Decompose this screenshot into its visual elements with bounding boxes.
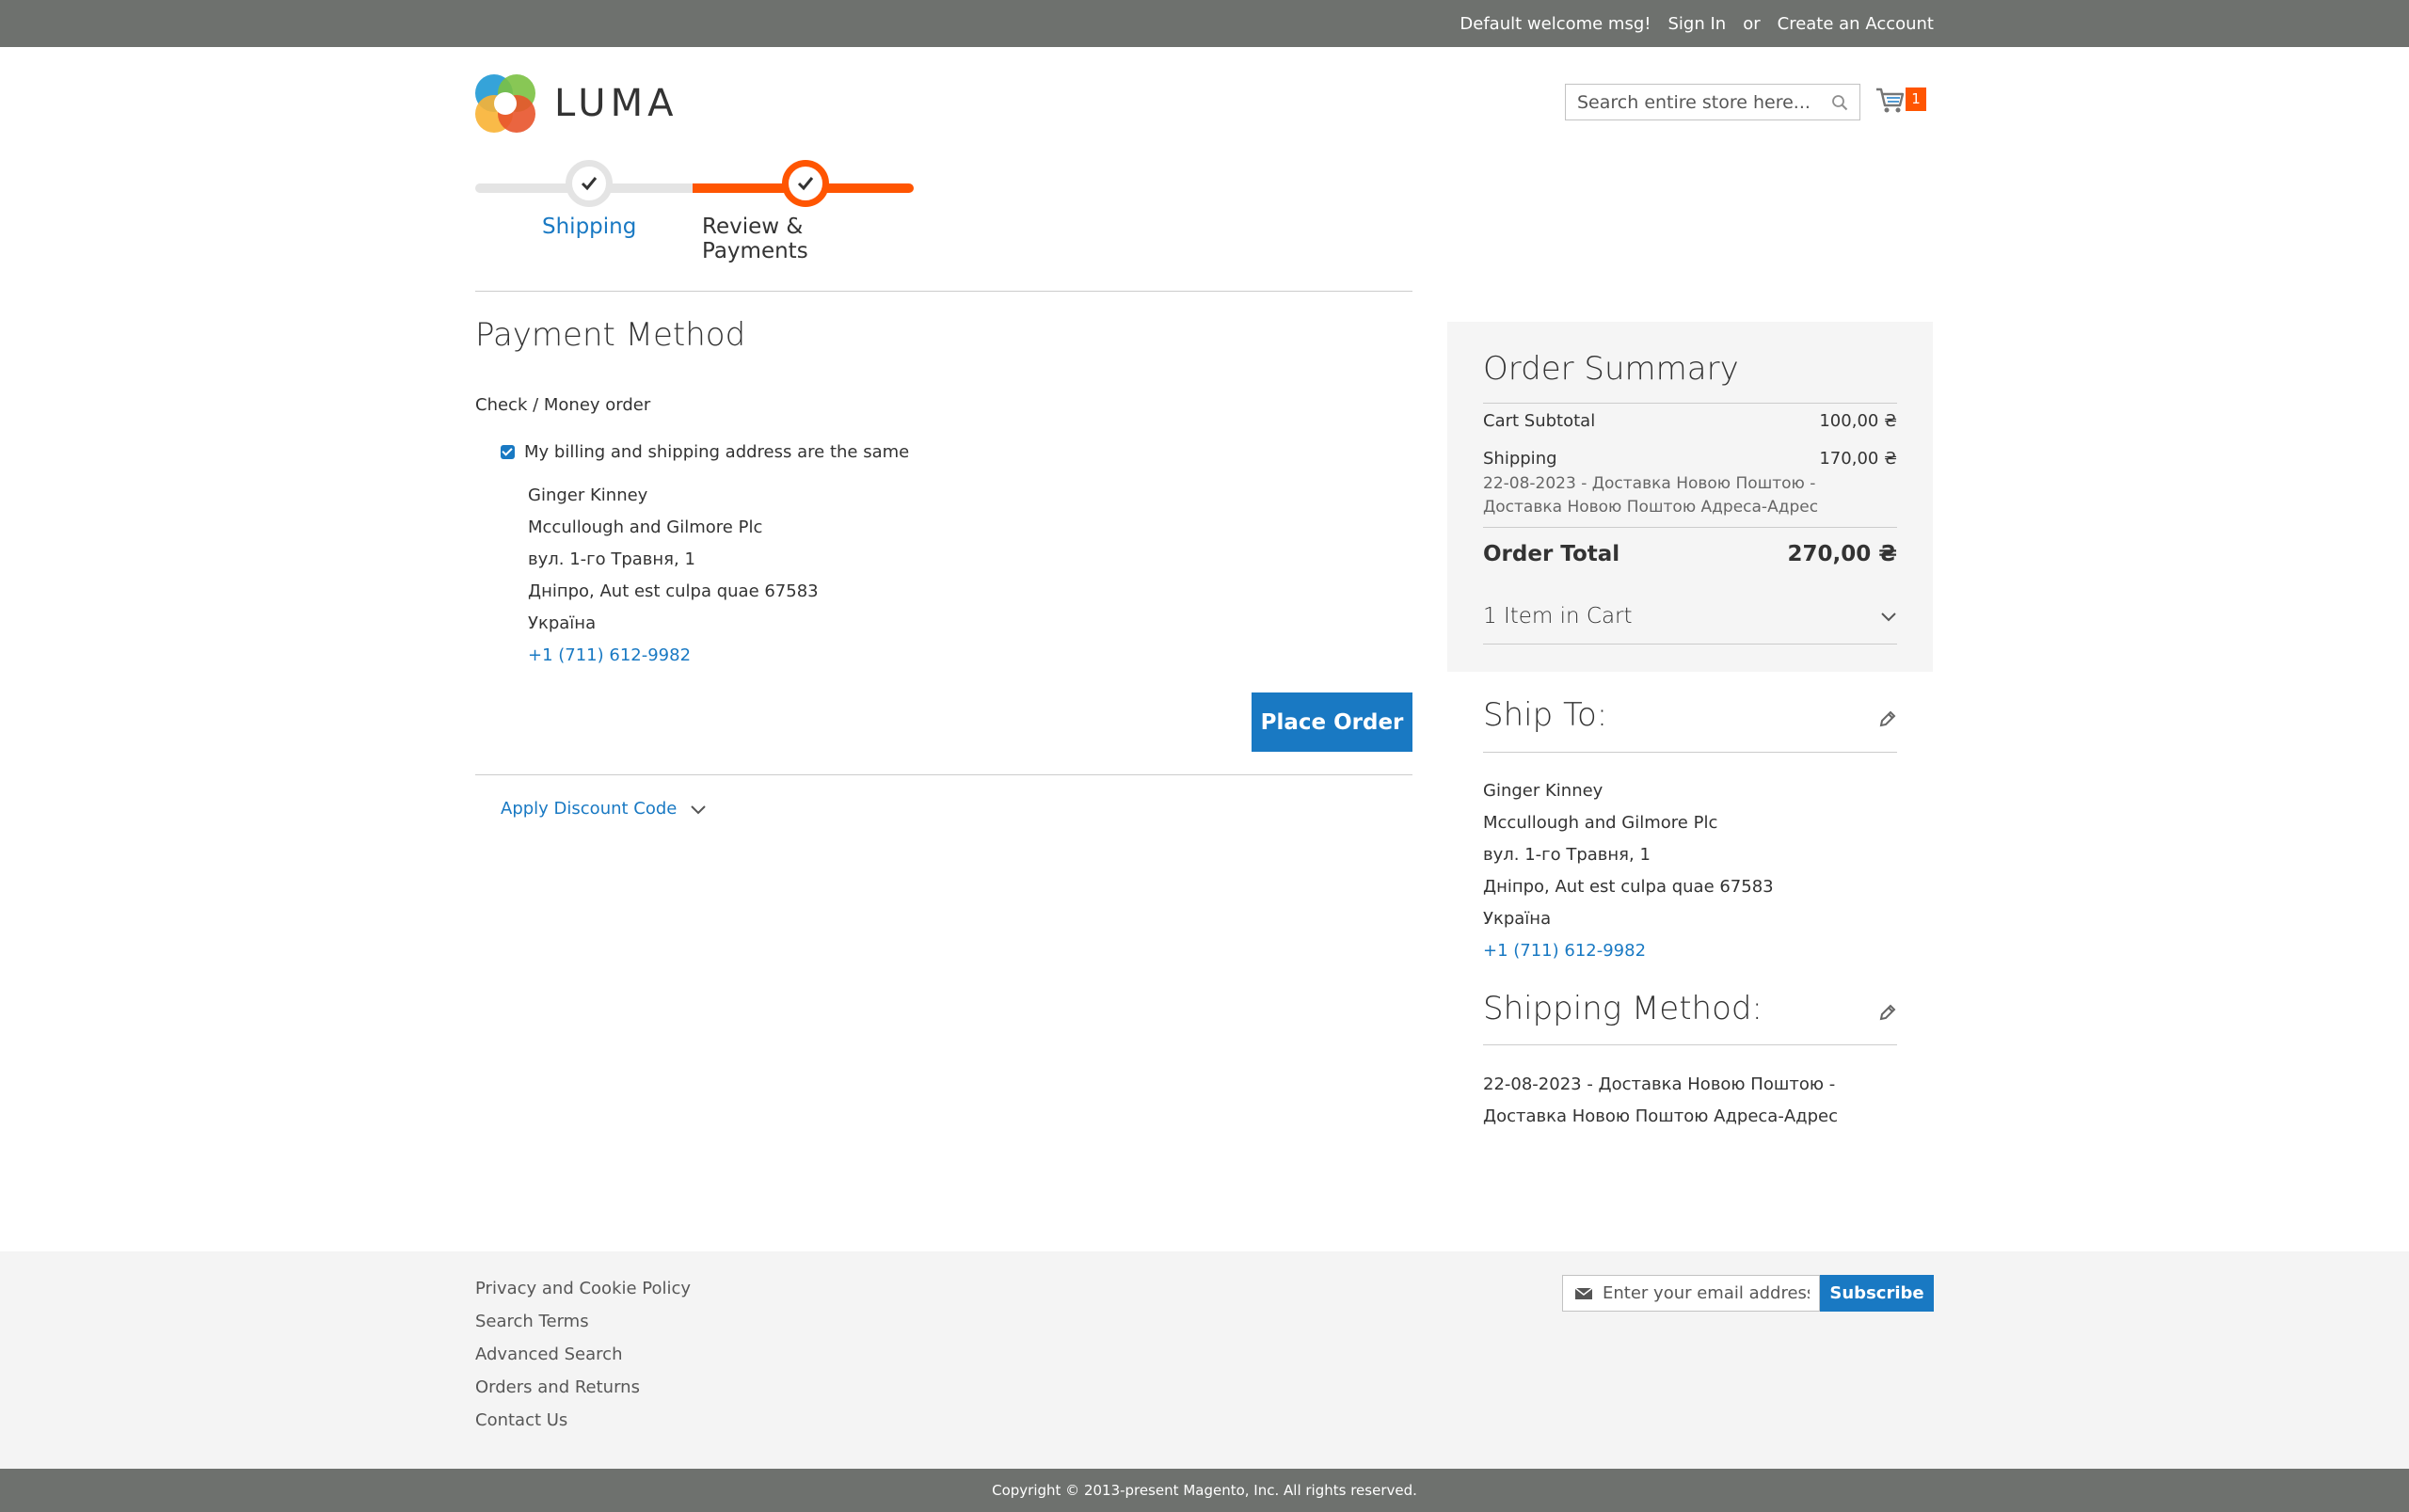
divider <box>475 291 1412 292</box>
divider <box>1483 527 1897 528</box>
checkout-progress: Shipping Review & Payments <box>475 160 914 263</box>
divider <box>1483 644 1897 645</box>
chevron-down-icon <box>1881 613 1896 622</box>
pencil-icon[interactable] <box>1878 1003 1897 1022</box>
shipping-method-value: 22-08-2023 - Доставка Новою Поштою - Дос… <box>1483 1074 1838 1126</box>
footer: Privacy and Cookie Policy Search Terms A… <box>0 1251 2409 1469</box>
billing-same-label[interactable]: My billing and shipping address are the … <box>524 442 909 462</box>
ship-to-country: Україна <box>1483 909 1552 929</box>
copyright: Copyright © 2013-present Magento, Inc. A… <box>0 1469 2409 1512</box>
ship-to-address: Ginger Kinney Mccullough and Gilmore Plc… <box>1483 775 1774 967</box>
step-shipping-marker <box>566 160 613 207</box>
step-review-marker <box>782 160 829 207</box>
order-total-value: 270,00 ₴ <box>1787 542 1897 566</box>
envelope-icon <box>1574 1286 1593 1299</box>
store-logo[interactable]: LUMA <box>475 74 678 133</box>
ship-to-company: Mccullough and Gilmore Plc <box>1483 813 1718 833</box>
footer-link-contact[interactable]: Contact Us <box>475 1404 691 1437</box>
billing-country: Україна <box>528 613 597 633</box>
sign-in-link[interactable]: Sign In <box>1668 14 1727 34</box>
subtotal-value: 100,00 ₴ <box>1819 411 1897 431</box>
items-in-cart-toggle[interactable]: 1 Item in Cart <box>1483 604 1897 629</box>
ship-to-title: Ship To: <box>1483 696 1608 734</box>
pencil-icon[interactable] <box>1878 709 1897 728</box>
divider <box>1483 752 1897 753</box>
divider <box>1483 403 1897 404</box>
footer-link-search-terms[interactable]: Search Terms <box>475 1305 691 1338</box>
ship-to-street: вул. 1-го Травня, 1 <box>1483 845 1651 865</box>
subtotal-label: Cart Subtotal <box>1483 411 1596 431</box>
apply-discount-toggle[interactable]: Apply Discount Code <box>501 799 707 819</box>
ship-to-city: Дніпро, Aut est culpa quae 67583 <box>1483 877 1774 897</box>
shipping-row: Shipping 170,00 ₴ <box>1483 449 1897 469</box>
search-icon[interactable] <box>1831 94 1848 111</box>
checkmark-icon <box>797 177 814 191</box>
billing-name: Ginger Kinney <box>528 485 648 505</box>
search-box <box>1565 84 1860 120</box>
billing-street: вул. 1-го Травня, 1 <box>528 549 695 569</box>
cart-icon <box>1876 88 1905 113</box>
payment-method-label[interactable]: Check / Money order <box>475 395 650 415</box>
top-links: Default welcome msg! Sign In or Create a… <box>1460 0 1934 47</box>
shipping-description: 22-08-2023 - Доставка Новою Поштою - Дос… <box>1483 474 1819 517</box>
order-total-row: Order Total 270,00 ₴ <box>1483 542 1897 566</box>
luma-logo-icon <box>475 74 535 133</box>
billing-address: Ginger Kinney Mccullough and Gilmore Plc… <box>528 480 819 672</box>
cart-count-badge: 1 <box>1906 88 1926 111</box>
top-bar: Default welcome msg! Sign In or Create a… <box>0 0 2409 47</box>
or-separator: or <box>1743 13 1761 34</box>
billing-phone-link[interactable]: +1 (711) 612-9982 <box>528 640 819 672</box>
step-shipping-link[interactable]: Shipping <box>542 215 636 239</box>
newsletter-email-input[interactable] <box>1603 1283 1810 1303</box>
place-order-button[interactable]: Place Order <box>1252 692 1412 752</box>
order-summary: Order Summary Cart Subtotal 100,00 ₴ Shi… <box>1447 322 1933 672</box>
minicart-button[interactable]: 1 <box>1875 85 1934 117</box>
footer-link-orders-returns[interactable]: Orders and Returns <box>475 1371 691 1404</box>
footer-links: Privacy and Cookie Policy Search Terms A… <box>475 1272 691 1437</box>
divider <box>1483 1044 1897 1045</box>
shipping-method-title: Shipping Method: <box>1483 990 1763 1027</box>
payment-method-title: Payment Method <box>475 316 746 354</box>
newsletter-form: Subscribe <box>1562 1275 1934 1312</box>
divider <box>475 774 1412 775</box>
welcome-message: Default welcome msg! <box>1460 13 1651 34</box>
checkmark-icon <box>581 177 598 191</box>
footer-link-advanced-search[interactable]: Advanced Search <box>475 1338 691 1371</box>
footer-link-privacy[interactable]: Privacy and Cookie Policy <box>475 1272 691 1305</box>
ship-to-phone-link[interactable]: +1 (711) 612-9982 <box>1483 935 1774 967</box>
search-input[interactable] <box>1566 85 1820 119</box>
create-account-link[interactable]: Create an Account <box>1778 14 1934 34</box>
subtotal-row: Cart Subtotal 100,00 ₴ <box>1483 411 1897 431</box>
billing-same-checkbox-row[interactable]: My billing and shipping address are the … <box>501 442 909 462</box>
apply-discount-label[interactable]: Apply Discount Code <box>501 799 677 819</box>
step-review-label: Review & Payments <box>702 215 808 263</box>
shipping-value: 170,00 ₴ <box>1819 449 1897 469</box>
billing-company: Mccullough and Gilmore Plc <box>528 517 763 537</box>
subscribe-button[interactable]: Subscribe <box>1820 1275 1934 1312</box>
chevron-down-icon <box>691 804 707 814</box>
shipping-label: Shipping <box>1483 449 1557 469</box>
items-in-cart-label[interactable]: 1 Item in Cart <box>1483 604 1633 629</box>
ship-to-name: Ginger Kinney <box>1483 781 1603 801</box>
order-summary-title: Order Summary <box>1483 350 1739 388</box>
order-total-label: Order Total <box>1483 542 1620 566</box>
billing-city: Дніпро, Aut est culpa quae 67583 <box>528 581 819 601</box>
logo-text: LUMA <box>554 82 678 125</box>
billing-same-checkbox[interactable] <box>501 445 515 459</box>
newsletter-field <box>1562 1275 1820 1312</box>
